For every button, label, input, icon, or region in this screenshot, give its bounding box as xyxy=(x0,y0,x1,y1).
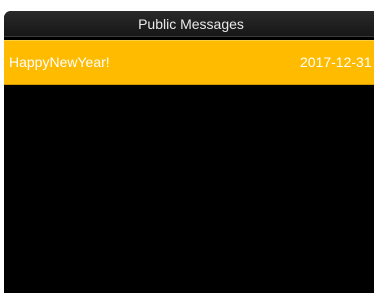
message-date: 2017-12-31 xyxy=(300,54,372,70)
device-screen: Public Messages HappyNewYear! 2017-12-31 xyxy=(4,11,374,293)
message-list[interactable]: HappyNewYear! 2017-12-31 xyxy=(4,37,374,293)
page-title: Public Messages xyxy=(138,16,244,32)
title-bar: Public Messages xyxy=(4,11,374,37)
message-text: HappyNewYear! xyxy=(9,54,110,70)
list-item-message[interactable]: HappyNewYear! 2017-12-31 xyxy=(4,40,374,85)
